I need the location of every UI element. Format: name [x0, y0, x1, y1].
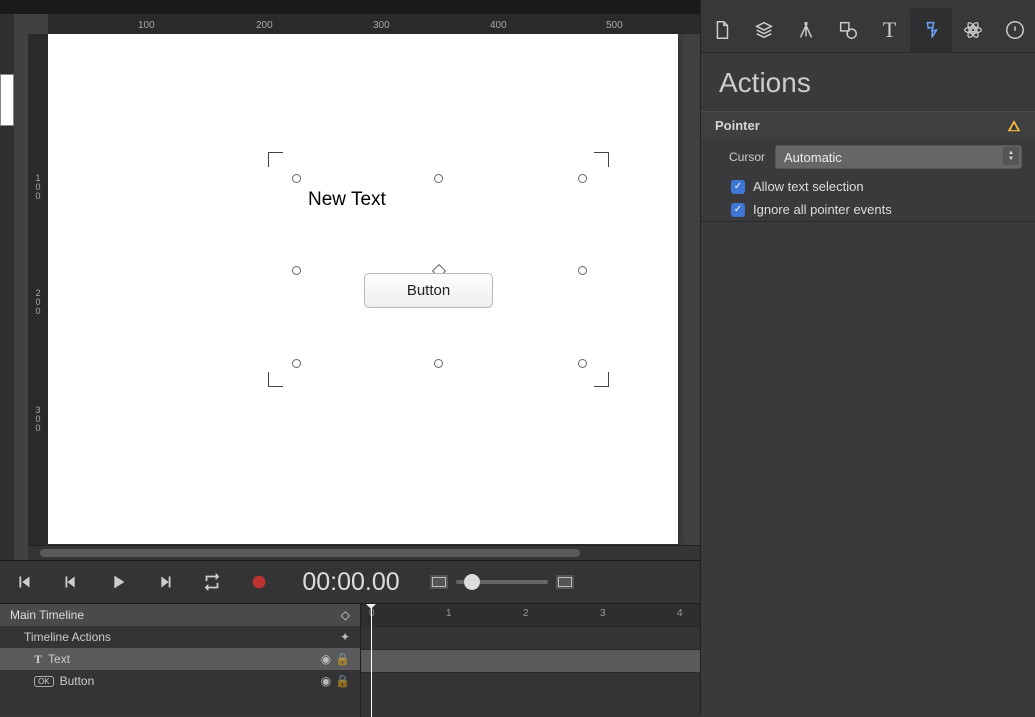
timeline-name-row[interactable]: Main Timeline ◇	[0, 604, 360, 626]
transport-bar: 00:00.00	[0, 561, 700, 604]
ruler-tick: 500	[606, 20, 623, 31]
ruler-tick: 400	[490, 20, 507, 31]
timeline-panel: 00:00.00 Main Timeline ◇ Timeline Action…	[0, 560, 700, 716]
zoom-out-icon[interactable]	[430, 575, 448, 589]
timecode-display: 00:00.00	[282, 568, 420, 597]
tab-actions[interactable]	[910, 8, 952, 52]
lock-icon[interactable]: 🔒	[335, 652, 350, 666]
ignore-pointer-events-row[interactable]: ✓ Ignore all pointer events	[701, 198, 1035, 221]
inspector-title: Actions	[701, 53, 1035, 111]
allow-text-selection-row[interactable]: ✓ Allow text selection	[701, 175, 1035, 198]
resize-handle[interactable]	[578, 359, 587, 368]
ruler-tick-v: 200	[28, 289, 48, 316]
layer-label: Button	[60, 674, 95, 688]
tab-typography[interactable]: T	[869, 8, 911, 52]
jump-start-button[interactable]	[0, 561, 47, 603]
button-element-label: Button	[407, 282, 450, 299]
timeline-zoom	[420, 575, 584, 589]
ruler-tick: 100	[138, 20, 155, 31]
checkbox-checked-icon[interactable]: ✓	[731, 180, 745, 194]
scene-thumbnail[interactable]	[0, 74, 14, 126]
visibility-icon[interactable]: ◉	[321, 674, 331, 688]
stage[interactable]: New Text Button	[48, 34, 700, 546]
record-button[interactable]	[235, 561, 282, 603]
ruler-tick-v: 100	[28, 174, 48, 201]
play-button[interactable]	[94, 561, 141, 603]
zoom-slider[interactable]	[456, 580, 548, 584]
selection-corner[interactable]	[594, 372, 609, 387]
step-back-button[interactable]	[47, 561, 94, 603]
section-pointer: Pointer Cursor Automatic ▲▼ ✓ Allow text…	[701, 111, 1035, 222]
timeline-actions-label: Timeline Actions	[24, 630, 111, 644]
time-mark: 2	[523, 608, 529, 619]
select-arrows-icon: ▲▼	[1003, 147, 1019, 165]
layer-row-button[interactable]: OK Button ◉ 🔒	[0, 670, 360, 692]
resize-handle[interactable]	[578, 266, 587, 275]
selection-corner[interactable]	[268, 372, 283, 387]
button-element[interactable]: Button	[364, 273, 493, 308]
tab-shape[interactable]	[827, 8, 869, 52]
ruler-tick: 200	[256, 20, 273, 31]
ignore-pointer-events-label: Ignore all pointer events	[753, 202, 892, 217]
resize-handle[interactable]	[578, 174, 587, 183]
section-header-label: Pointer	[715, 118, 760, 133]
time-mark: 1	[446, 608, 452, 619]
timeline-actions-row[interactable]: Timeline Actions ✦	[0, 626, 360, 648]
resize-handle[interactable]	[292, 359, 301, 368]
selection-corner[interactable]	[268, 152, 283, 167]
ruler-tick: 300	[373, 20, 390, 31]
track-text[interactable]	[361, 649, 700, 672]
scene-panel	[0, 14, 14, 560]
track-actions[interactable]	[361, 626, 700, 649]
add-action-icon[interactable]: ✦	[340, 630, 350, 644]
selection-corner[interactable]	[594, 152, 609, 167]
playhead[interactable]	[371, 604, 372, 717]
scrollbar-thumb[interactable]	[40, 549, 580, 557]
ruler-tick-v: 300	[28, 406, 48, 433]
tab-physics[interactable]	[952, 8, 994, 52]
timeline-stepper-icon[interactable]: ◇	[341, 608, 350, 622]
track-button[interactable]	[361, 672, 700, 695]
zoom-in-icon[interactable]	[556, 575, 574, 589]
allow-text-selection-label: Allow text selection	[753, 179, 864, 194]
ruler-horizontal: 100 200 300 400 500	[48, 14, 700, 35]
resize-handle[interactable]	[434, 174, 443, 183]
canvas-scrollbar-h[interactable]	[28, 545, 702, 560]
layer-label: Text	[48, 652, 70, 666]
scene-page[interactable]: New Text Button	[48, 34, 678, 544]
ruler-vertical: 100 200 300	[28, 34, 49, 546]
tab-metrics[interactable]	[743, 8, 785, 52]
section-header-pointer: Pointer	[701, 112, 1035, 139]
visibility-icon[interactable]: ◉	[321, 652, 331, 666]
resize-handle[interactable]	[434, 359, 443, 368]
inspector-panel: T Actions Pointer Cursor Automatic ▲▼ ✓ …	[700, 0, 1035, 715]
timeline-tracks[interactable]: 0 1 2 3 4	[361, 604, 700, 717]
timeline-ruler[interactable]: 0 1 2 3 4	[361, 604, 700, 626]
zoom-slider-knob[interactable]	[464, 574, 480, 590]
resize-handle[interactable]	[292, 266, 301, 275]
inspector-tabs: T	[701, 0, 1035, 53]
text-element[interactable]: New Text	[308, 189, 386, 211]
layer-row-text[interactable]: T Text ◉ 🔒	[0, 648, 360, 670]
timeline-name-label: Main Timeline	[10, 608, 84, 622]
loop-button[interactable]	[188, 561, 235, 603]
checkbox-checked-icon[interactable]: ✓	[731, 203, 745, 217]
tab-element[interactable]	[785, 8, 827, 52]
cursor-select-value: Automatic	[784, 150, 842, 165]
tab-document[interactable]	[701, 8, 743, 52]
canvas-area: 100 200 300 400 500 100 200 300 New Text	[14, 14, 700, 560]
time-mark: 3	[600, 608, 606, 619]
timeline-layer-list: Main Timeline ◇ Timeline Actions ✦ T Tex…	[0, 604, 361, 717]
button-layer-icon: OK	[34, 676, 54, 687]
lock-icon[interactable]: 🔒	[335, 674, 350, 688]
text-icon: T	[34, 652, 42, 667]
step-forward-button[interactable]	[141, 561, 188, 603]
resize-handle[interactable]	[292, 174, 301, 183]
warning-icon[interactable]	[1006, 119, 1022, 133]
cursor-select[interactable]: Automatic ▲▼	[775, 145, 1022, 169]
cursor-row: Cursor Automatic ▲▼	[701, 139, 1035, 175]
cursor-label: Cursor	[715, 150, 765, 164]
tab-identity[interactable]	[994, 8, 1035, 52]
time-mark: 4	[677, 608, 683, 619]
